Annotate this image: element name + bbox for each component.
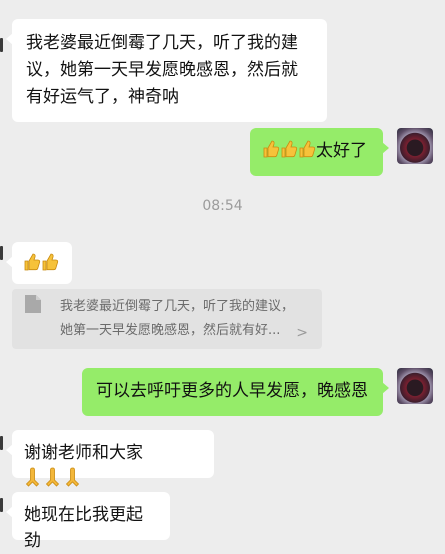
quoted-text: 我老婆最近倒霉了几天，听了我的建议，她第一天早发愿晚感恩，然后就有好...	[60, 299, 295, 338]
thumbs-up-icon	[262, 139, 316, 167]
outgoing-message-bubble[interactable]: 太好了	[250, 128, 389, 176]
avatar-edge	[0, 38, 3, 52]
message-text: 太好了	[316, 141, 367, 161]
incoming-message-bubble[interactable]: 我老婆最近倒霉了几天，听了我的建议，她第一天早发愿晚感恩，然后就有好运气了，神奇…	[6, 19, 327, 122]
chevron-right-icon: >	[296, 325, 308, 341]
folded-hands-icon	[24, 467, 84, 495]
thumbs-up-icon	[23, 252, 61, 280]
incoming-message-bubble[interactable]: 她现在比我更起劲	[6, 492, 170, 551]
timestamp: 08:54	[202, 198, 243, 214]
message-text: 谢谢老师和大家	[24, 443, 143, 463]
avatar[interactable]	[397, 368, 433, 404]
message-text: 可以去呼吁更多的人早发愿，晚感恩	[96, 381, 368, 401]
quoted-message[interactable]: 我老婆最近倒霉了几天，听了我的建议，她第一天早发愿晚感恩，然后就有好... >	[12, 289, 322, 349]
message-text: 我老婆最近倒霉了几天，听了我的建议，她第一天早发愿晚感恩，然后就有好运气了，神奇…	[26, 33, 298, 107]
message-text: 她现在比我更起劲	[24, 505, 143, 551]
incoming-message-bubble[interactable]: 谢谢老师和大家	[6, 430, 214, 487]
quote-icon	[25, 295, 41, 313]
avatar-edge	[0, 498, 3, 512]
avatar-edge	[0, 436, 3, 450]
avatar-edge	[0, 246, 3, 260]
avatar[interactable]	[397, 128, 433, 164]
outgoing-message-bubble[interactable]: 可以去呼吁更多的人早发愿，晚感恩	[82, 368, 389, 416]
incoming-message-bubble[interactable]	[6, 242, 72, 284]
